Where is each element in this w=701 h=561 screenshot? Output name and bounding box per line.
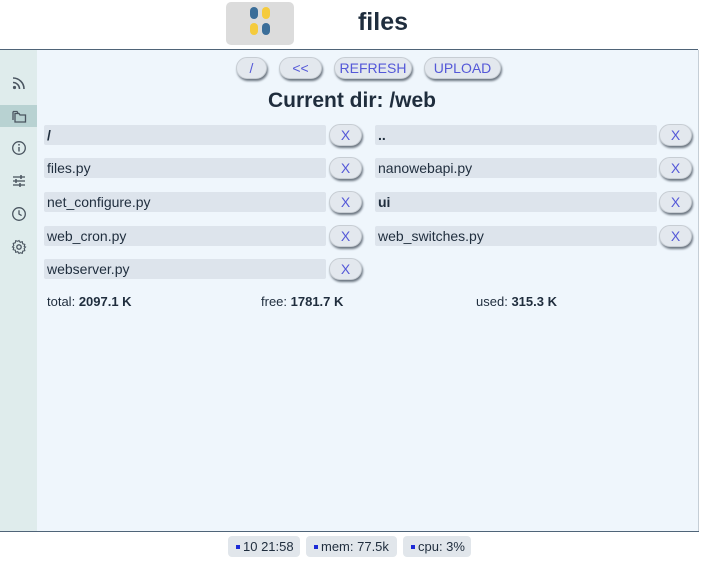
delete-button[interactable]: X — [329, 157, 362, 179]
time-text: 10 21:58 — [243, 539, 294, 554]
app-logo[interactable] — [226, 2, 294, 45]
sliders-icon — [12, 175, 25, 187]
gear-icon — [11, 239, 26, 255]
upload-button[interactable]: UPLOAD — [424, 57, 501, 79]
sidebar-item-cron[interactable] — [0, 203, 37, 225]
delete-button[interactable]: X — [659, 157, 692, 179]
logo-dot — [262, 23, 270, 35]
logo-dot — [250, 7, 258, 19]
file-item[interactable]: ui — [375, 192, 657, 212]
cpu-badge: cpu: 3% — [403, 536, 471, 557]
rss-icon — [12, 77, 25, 90]
used-stat: used: 315.3 K — [476, 294, 557, 309]
files-icon — [11, 110, 26, 123]
file-item[interactable]: webserver.py — [44, 259, 326, 279]
delete-button[interactable]: X — [329, 191, 362, 213]
root-dir-button[interactable]: / — [236, 57, 267, 79]
total-stat: total: 2097.1 K — [47, 294, 132, 309]
main-border — [698, 50, 699, 531]
file-item[interactable]: .. — [375, 125, 657, 145]
bullet-icon — [314, 544, 318, 549]
logo-dot — [262, 7, 270, 19]
used-value: 315.3 K — [511, 294, 557, 309]
sidebar-item-settings[interactable] — [0, 236, 37, 258]
footer-divider — [0, 531, 699, 532]
delete-button[interactable]: X — [329, 258, 362, 280]
bullet-icon — [411, 544, 415, 549]
total-label: total: — [47, 294, 76, 309]
clock-icon — [11, 207, 26, 221]
delete-button[interactable]: X — [659, 225, 692, 247]
bullet-icon — [236, 544, 240, 549]
delete-button[interactable]: X — [329, 225, 362, 247]
mem-text: mem: 77.5k — [321, 539, 389, 554]
file-item[interactable]: files.py — [44, 158, 326, 178]
main-panel — [37, 50, 698, 531]
delete-button[interactable]: X — [659, 191, 692, 213]
file-item[interactable]: / — [44, 125, 326, 145]
file-item[interactable]: web_cron.py — [44, 226, 326, 246]
delete-button[interactable]: X — [659, 124, 692, 146]
mem-badge: mem: 77.5k — [306, 536, 397, 557]
total-value: 2097.1 K — [78, 294, 132, 309]
current-dir-heading: Current dir: /web — [267, 89, 436, 112]
logo-dot — [250, 23, 258, 35]
back-button[interactable]: << — [279, 57, 322, 79]
sidebar-item-rss[interactable] — [0, 72, 37, 94]
file-item[interactable]: nanowebapi.py — [375, 158, 657, 178]
header: files — [0, 0, 701, 50]
sidebar — [0, 50, 37, 531]
page-title: files — [357, 8, 409, 36]
time-badge: 10 21:58 — [228, 536, 300, 557]
refresh-button[interactable]: REFRESH — [334, 57, 412, 79]
sidebar-item-files[interactable] — [0, 105, 37, 127]
file-item[interactable]: net_configure.py — [44, 192, 326, 212]
free-value: 1781.7 K — [290, 294, 344, 309]
info-icon — [11, 141, 26, 155]
cpu-text: cpu: 3% — [418, 539, 465, 554]
free-stat: free: 1781.7 K — [261, 294, 343, 309]
sidebar-item-settings-sliders[interactable] — [0, 170, 37, 192]
delete-button[interactable]: X — [329, 124, 362, 146]
file-item[interactable]: web_switches.py — [375, 226, 657, 246]
used-label: used: — [476, 294, 508, 309]
free-label: free: — [261, 294, 288, 309]
sidebar-item-info[interactable] — [0, 137, 37, 159]
